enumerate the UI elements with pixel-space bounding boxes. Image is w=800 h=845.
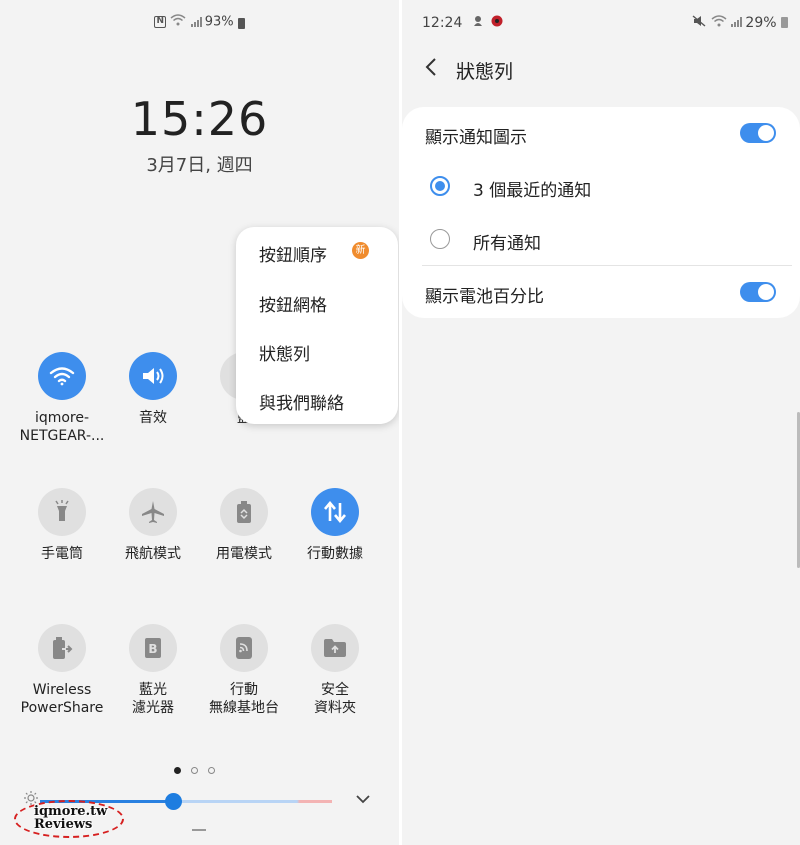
brightness-slider-knob[interactable] — [165, 793, 182, 810]
mobile-data-icon — [311, 488, 359, 536]
watermark: iqmore.tw Reviews — [34, 805, 107, 831]
wireless-powershare-icon — [38, 624, 86, 672]
tile-flashlight[interactable]: 手電筒 — [17, 488, 107, 563]
tile-label: 手電筒 — [41, 546, 83, 562]
divider-line — [422, 265, 792, 266]
status-bar-settings: 12:24 29% 狀態列 顯示通知圖示 3 個最近的通知 所有通知 顯示電池百… — [402, 0, 800, 845]
page-dot — [174, 767, 181, 774]
more-options-menu: 按鈕順序 按鈕網格 狀態列 與我們聯絡 新 — [236, 227, 398, 424]
wifi-icon — [38, 352, 86, 400]
page-dot — [208, 767, 215, 774]
signal-icon — [730, 17, 742, 27]
sound-icon — [129, 352, 177, 400]
tile-label: 藍光 濾光器 — [132, 682, 174, 716]
signal-icon — [190, 17, 202, 27]
tile-label: Wireless PowerShare — [20, 682, 104, 716]
clock-time: 15:26 — [130, 92, 269, 146]
battery-mode-icon — [220, 488, 268, 536]
status-bar-left: N 93% — [0, 14, 399, 30]
app-notification-icon — [473, 15, 487, 31]
tile-label: 行動 無線基地台 — [209, 682, 279, 716]
tile-mobile-data[interactable]: 行動數據 — [290, 488, 380, 563]
tile-power-mode[interactable]: 用電模式 — [199, 488, 289, 563]
tile-secure-folder[interactable]: 安全 資料夾 — [290, 624, 380, 717]
secure-folder-icon — [311, 624, 359, 672]
show-notification-icons-toggle[interactable] — [740, 123, 776, 143]
tile-label: 音效 — [139, 410, 167, 426]
page-indicator — [174, 759, 225, 778]
tile-wireless-powershare[interactable]: Wireless PowerShare — [17, 624, 107, 717]
tile-label: 行動數據 — [307, 546, 363, 562]
status-time: 12:24 — [422, 15, 463, 31]
nfc-icon: N — [154, 16, 167, 28]
back-arrow-icon[interactable] — [424, 56, 438, 78]
battery-percent: 29% — [745, 15, 777, 31]
option-all-label[interactable]: 所有通知 — [473, 229, 541, 254]
quick-panel: N 93% 15:26 3月7日, 週四 iqmore- NETGEAR-...… — [0, 0, 399, 845]
tile-hotspot[interactable]: 行動 無線基地台 — [199, 624, 289, 717]
page-title: 狀態列 — [456, 61, 514, 83]
battery-icon — [781, 17, 788, 28]
airplane-icon — [129, 488, 177, 536]
menu-item-button-order[interactable]: 按鈕順序 — [259, 241, 327, 266]
settings-card: 顯示通知圖示 3 個最近的通知 所有通知 顯示電池百分比 — [402, 107, 800, 318]
show-notification-icons-label[interactable]: 顯示通知圖示 — [425, 123, 527, 148]
tile-airplane[interactable]: 飛航模式 — [108, 488, 198, 563]
page-dot — [191, 767, 198, 774]
watermark-line2: Reviews — [34, 817, 93, 832]
option-recent-label[interactable]: 3 個最近的通知 — [473, 176, 591, 201]
tile-label: iqmore- NETGEAR-... — [19, 410, 105, 444]
new-badge: 新 — [352, 242, 369, 259]
hotspot-icon — [220, 624, 268, 672]
wifi-status-icon — [170, 14, 190, 30]
menu-item-button-grid[interactable]: 按鈕網格 — [259, 291, 327, 316]
radio-recent-notifications[interactable] — [430, 176, 450, 196]
app-notification-icon-2 — [491, 15, 503, 31]
clock-date: 3月7日, 週四 — [146, 155, 253, 176]
menu-item-contact-us[interactable]: 與我們聯絡 — [259, 389, 344, 414]
show-battery-percent-label[interactable]: 顯示電池百分比 — [425, 282, 544, 307]
radio-all-notifications[interactable] — [430, 229, 450, 249]
blue-light-filter-icon: B — [129, 624, 177, 672]
flashlight-icon — [38, 488, 86, 536]
svg-text:B: B — [148, 642, 157, 656]
status-bar-right: 12:24 — [422, 15, 503, 31]
tile-blue-light-filter[interactable]: B 藍光 濾光器 — [108, 624, 198, 717]
panel-handle[interactable] — [192, 829, 206, 831]
tile-label: 飛航模式 — [125, 546, 181, 562]
tile-sound[interactable]: 音效 — [108, 352, 198, 427]
tile-label: 用電模式 — [216, 546, 272, 562]
battery-icon — [237, 17, 245, 29]
chevron-down-icon[interactable] — [355, 793, 371, 805]
tile-wifi[interactable]: iqmore- NETGEAR-... — [17, 352, 107, 445]
menu-item-status-bar[interactable]: 狀態列 — [259, 340, 310, 365]
wifi-status-icon — [711, 15, 731, 31]
show-battery-percent-toggle[interactable] — [740, 282, 776, 302]
tile-label: 安全 資料夾 — [314, 682, 356, 716]
battery-percent: 93% — [204, 14, 234, 30]
mute-icon — [692, 15, 710, 31]
status-bar-right-icons: 29% — [692, 15, 788, 31]
